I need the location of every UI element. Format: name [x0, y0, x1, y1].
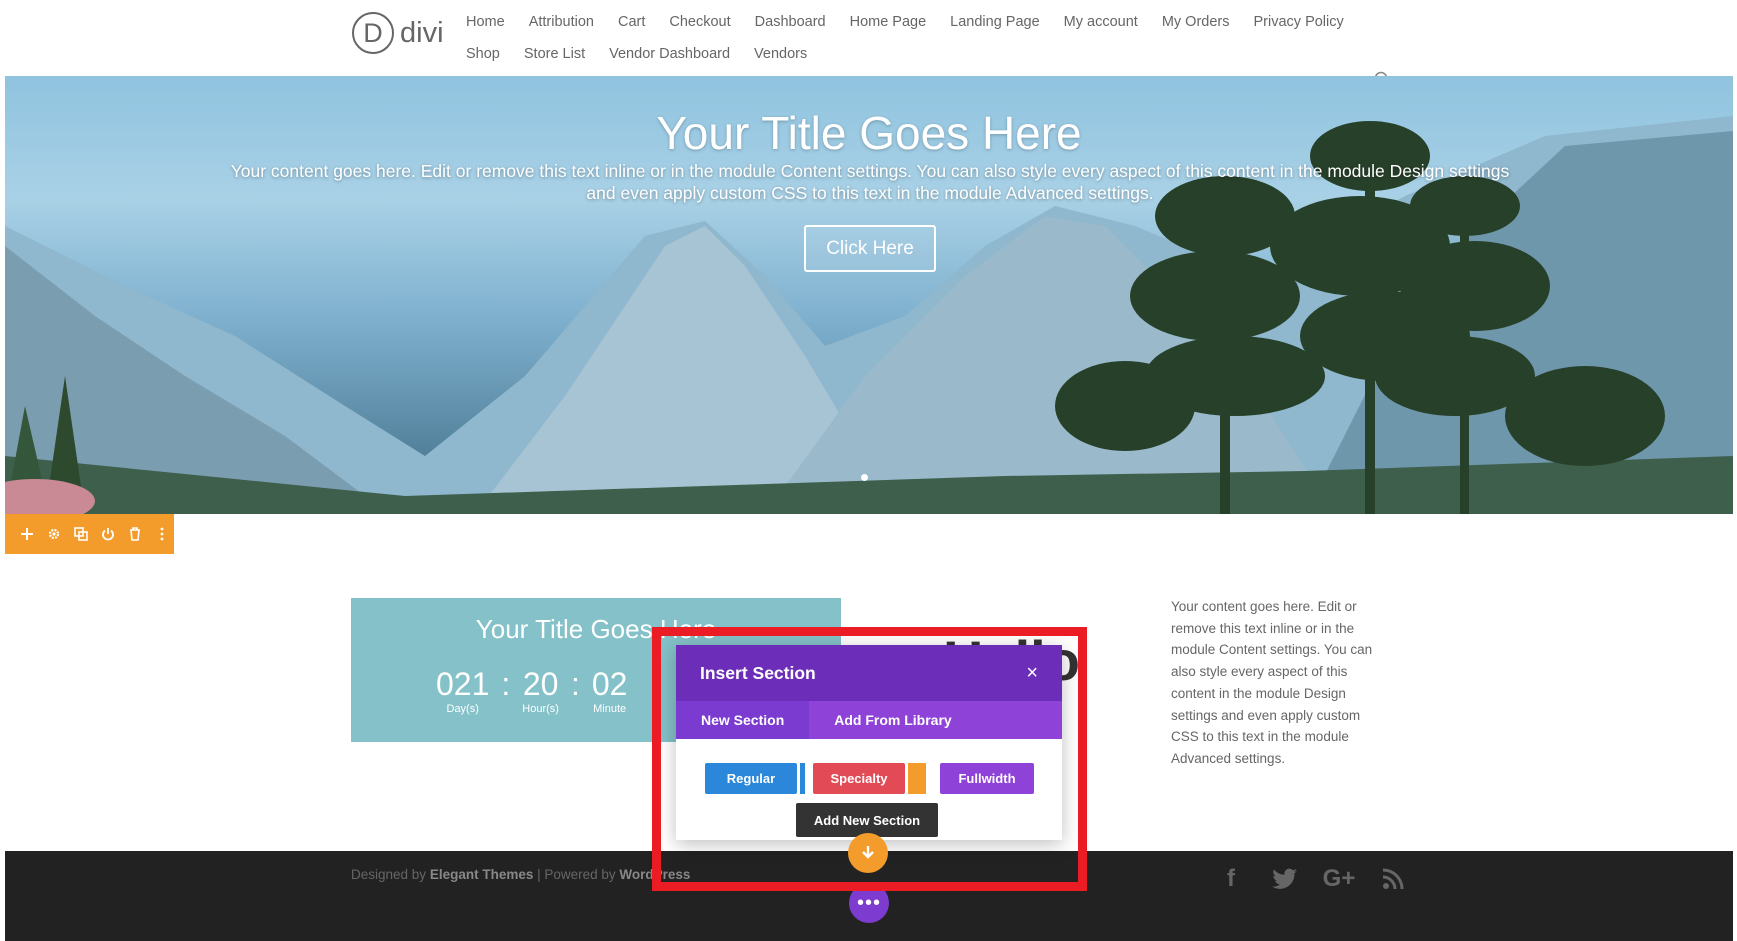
nav-item-shop[interactable]: Shop	[466, 46, 500, 62]
countdown-title: Your Title Goes Here	[475, 614, 717, 644]
tab-add-from-library[interactable]: Add From Library	[809, 701, 976, 739]
countdown-minutes: 02 Minute	[592, 666, 628, 715]
power-icon[interactable]	[100, 526, 116, 542]
hero-text: Your content goes here. Edit or remove t…	[230, 161, 1510, 203]
hours-value: 20	[522, 666, 559, 702]
add-section-button[interactable]	[848, 833, 888, 873]
rss-icon[interactable]	[1377, 863, 1409, 895]
twitter-icon[interactable]	[1269, 863, 1301, 895]
elegant-themes-link[interactable]: Elegant Themes	[430, 867, 534, 882]
site-logo[interactable]: D divi	[352, 12, 444, 54]
tab-new-section[interactable]: New Section	[676, 701, 810, 739]
add-new-section-tooltip: Add New Section	[796, 803, 938, 837]
modal-header: Insert Section ×	[676, 645, 1062, 701]
trash-icon[interactable]	[127, 526, 143, 542]
nav-item-store-list[interactable]: Store List	[524, 46, 585, 62]
nav-item-dashboard[interactable]: Dashboard	[755, 14, 826, 30]
nav-item-vendors[interactable]: Vendors	[754, 46, 807, 62]
duplicate-icon[interactable]	[73, 526, 89, 542]
footer-credit: Designed by Elegant Themes | Powered by …	[351, 867, 690, 882]
logo-text: divi	[400, 16, 444, 49]
nav-item-landing-page[interactable]: Landing Page	[950, 14, 1040, 30]
gear-icon[interactable]	[46, 526, 62, 542]
nav-row-1: Home Attribution Cart Checkout Dashboard…	[466, 6, 1366, 38]
nav-item-my-account[interactable]: My account	[1064, 14, 1138, 30]
section-toolbar	[5, 514, 174, 554]
days-value: 021	[436, 666, 490, 702]
chevron-down-icon	[862, 846, 874, 859]
close-icon[interactable]: ×	[1026, 662, 1038, 685]
google-plus-icon[interactable]: G+	[1323, 863, 1356, 895]
minutes-label: Minute	[593, 703, 627, 715]
side-text-module: Your content goes here. Edit or remove t…	[1171, 599, 1373, 766]
nav-item-cart[interactable]: Cart	[618, 14, 645, 30]
hero-title: Your Title Goes Here	[656, 107, 1082, 159]
modal-tabs: New Section Add From Library	[676, 701, 1062, 739]
regular-accent	[800, 763, 805, 794]
site-header: D divi Home Attribution Cart Checkout Da…	[0, 0, 1737, 76]
logo-mark: D	[352, 12, 394, 54]
slider-dot[interactable]	[861, 474, 868, 481]
modal-title: Insert Section	[700, 662, 816, 683]
nav-item-attribution[interactable]: Attribution	[529, 14, 594, 30]
regular-section-button[interactable]: Regular	[705, 763, 797, 794]
facebook-icon[interactable]: f	[1215, 863, 1247, 895]
hero-cta-button[interactable]: Click Here	[804, 225, 936, 272]
days-label: Day(s)	[446, 703, 479, 715]
nav-item-checkout[interactable]: Checkout	[669, 14, 730, 30]
countdown-hours: 20 Hour(s)	[522, 666, 559, 715]
social-icons: f G+	[1215, 863, 1409, 895]
nav-item-vendor-dashboard[interactable]: Vendor Dashboard	[609, 46, 730, 62]
nav-item-privacy-policy[interactable]: Privacy Policy	[1254, 14, 1344, 30]
footer-designed-by: Designed by	[351, 867, 430, 882]
footer-powered-by: | Powered by	[533, 867, 620, 882]
nav-row-2: Shop Store List Vendor Dashboard Vendors	[466, 38, 1366, 70]
nav-item-home-page[interactable]: Home Page	[850, 14, 927, 30]
countdown-days: 021 Day(s)	[436, 666, 489, 715]
countdown-values: 021 Day(s) : 20 Hour(s) : 02 Minute	[436, 666, 627, 715]
add-icon[interactable]	[19, 526, 35, 542]
specialty-accent	[908, 763, 926, 794]
minutes-value: 02	[591, 666, 628, 702]
hours-label: Hour(s)	[522, 703, 559, 715]
nav-item-my-orders[interactable]: My Orders	[1162, 14, 1230, 30]
nav-item-home[interactable]: Home	[466, 14, 505, 30]
countdown-separator: :	[570, 666, 580, 702]
countdown-separator: :	[501, 666, 511, 702]
wordpress-link[interactable]: WordPress	[619, 867, 690, 882]
fullwidth-section-button[interactable]: Fullwidth	[940, 763, 1034, 794]
specialty-section-button[interactable]: Specialty	[813, 763, 905, 794]
hero-section: Your Title Goes Here Your content goes h…	[5, 76, 1733, 514]
page-settings-button[interactable]: •••	[849, 883, 889, 923]
more-icon[interactable]	[154, 526, 170, 542]
main-nav: Home Attribution Cart Checkout Dashboard…	[466, 6, 1366, 70]
